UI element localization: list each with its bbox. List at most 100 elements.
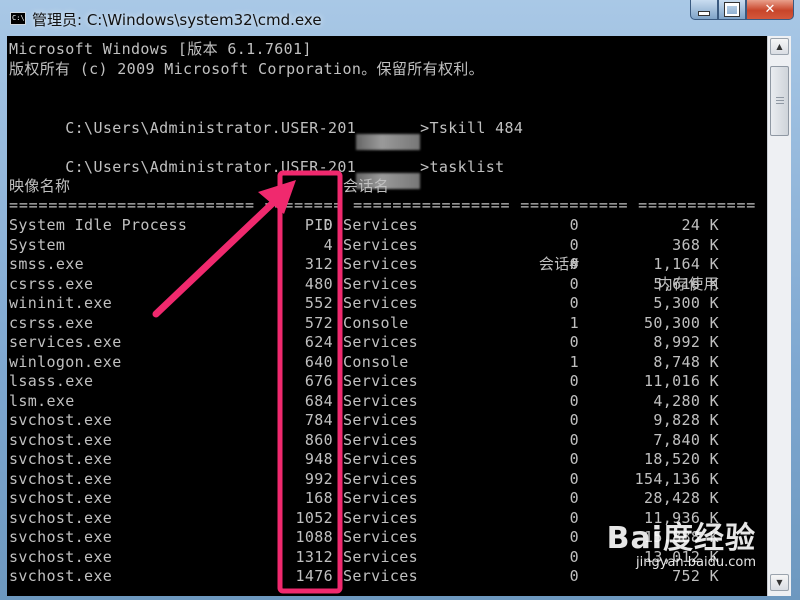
session-number: 0 [569,567,579,585]
memory-usage: 1,164 K [653,255,719,273]
session-name: Services [343,372,419,390]
session-name: Services [343,450,419,468]
memory-usage: 8,748 K [653,352,719,371]
window-controls: ✕ [690,0,794,20]
process-pid: 552 [304,294,333,312]
process-pid: 4 [323,235,333,254]
session-number: 0 [569,235,579,254]
session-number: 0 [569,528,579,546]
process-pid: 640 [304,352,333,371]
memory-usage: 5,616 K [653,274,719,293]
table-row: System Idle Process 0 Services 0 24 K [9,216,749,236]
close-button[interactable]: ✕ [746,0,794,20]
session-name: Services [343,274,419,293]
watermark-url: jingyan.baidu.com [636,555,756,570]
process-pid: 860 [304,430,333,449]
process-name: svchost.exe [9,450,113,468]
process-pid: 992 [304,469,333,488]
vertical-scrollbar[interactable]: ▲ ▼ [767,36,791,596]
process-pid: 1088 [295,528,333,546]
session-name: Services [343,235,419,254]
session-name: Services [343,294,419,312]
session-number: 0 [569,294,579,312]
session-number: 0 [569,508,579,527]
session-number: 0 [569,216,579,234]
process-name: System Idle Process [9,216,188,234]
process-name: lsass.exe [9,372,94,390]
table-row: lsm.exe 684 Services 0 4,280 K [9,392,749,412]
session-number: 1 [569,313,579,332]
table-row: csrss.exe 480 Services 0 5,616 K [9,275,749,295]
cmd-app-icon[interactable]: C:\ [10,12,26,25]
table-row: svchost.exe 948 Services 0 18,520 K [9,450,749,470]
session-name: Console [343,313,409,332]
session-number: 0 [569,547,579,566]
session-name: Services [343,567,419,585]
process-name: svchost.exe [9,547,113,566]
table-row: services.exe 624 Services 0 8,992 K [9,333,749,353]
session-name: Services [343,528,419,546]
session-name: Services [343,508,419,527]
process-name: winlogon.exe [9,352,122,371]
session-name: Services [343,489,419,507]
separator-line: ========================= ======== =====… [9,196,757,214]
process-pid: 1312 [295,547,333,566]
scroll-up-button[interactable]: ▲ [770,38,789,55]
command-text: >tasklist [420,157,505,176]
console-output[interactable]: Microsoft Windows [版本 6.1.7601] 版权所有 (c)… [7,36,767,596]
memory-usage: 4,280 K [653,391,719,410]
command-text: >Tskill 484 [420,118,524,137]
session-name: Services [343,411,419,429]
memory-usage: 24 K [681,216,719,234]
session-number: 0 [569,255,579,273]
process-pid: 0 [323,216,333,234]
title-bar[interactable]: C:\ 管理员: C:\Windows\system32\cmd.exe ✕ [0,0,800,36]
column-session-name: 会话名 [343,177,390,195]
process-name: svchost.exe [9,411,113,429]
session-name: Services [343,216,419,234]
process-pid: 784 [304,411,333,429]
table-row: svchost.exe 784 Services 0 9,828 K [9,411,749,431]
memory-usage: 11,016 K [643,372,719,390]
process-name: svchost.exe [9,508,113,527]
baidu-jingyan-watermark: Bai度经验 jingyan.baidu.com [607,513,756,570]
memory-usage: 5,300 K [653,294,719,312]
session-name: Services [343,469,419,488]
process-name: System [9,235,66,254]
memory-usage: 7,840 K [653,430,719,449]
session-name: Services [343,333,419,351]
process-name: smss.exe [9,255,85,273]
table-row: csrss.exe 572 Console 1 50,300 K [9,314,749,334]
cmd-window: C:\ 管理员: C:\Windows\system32\cmd.exe ✕ M… [0,0,800,600]
table-row: wininit.exe 552 Services 0 5,300 K [9,294,749,314]
session-number: 0 [569,274,579,293]
process-name: services.exe [9,333,122,351]
window-title: 管理员: C:\Windows\system32\cmd.exe [32,11,322,29]
scroll-thumb[interactable] [770,66,789,136]
process-pid: 676 [304,372,333,390]
process-pid: 312 [304,255,333,273]
process-name: svchost.exe [9,469,113,488]
memory-usage: 368 K [672,235,719,254]
minimize-icon [698,11,710,16]
process-name: wininit.exe [9,294,113,312]
memory-usage: 50,300 K [643,313,719,332]
session-number: 0 [569,333,579,351]
session-name: Services [343,255,419,273]
table-row: System 4 Services 0 368 K [9,236,749,256]
scroll-down-button[interactable]: ▼ [770,574,789,591]
process-pid: 948 [304,450,333,468]
session-name: Console [343,352,409,371]
column-header-row: 映像名称 PID 会话名 会话# 内存使用 [9,177,749,293]
maximize-button[interactable] [718,0,746,20]
column-image-name: 映像名称 [9,177,71,195]
memory-usage: 9,828 K [653,411,719,429]
session-name: Services [343,547,419,566]
process-pid: 480 [304,274,333,293]
process-name: lsm.exe [9,391,75,410]
session-name: Services [343,430,419,449]
process-pid: 1052 [295,508,333,527]
process-pid: 684 [304,391,333,410]
memory-usage: 8,992 K [653,333,719,351]
minimize-button[interactable] [690,0,718,20]
